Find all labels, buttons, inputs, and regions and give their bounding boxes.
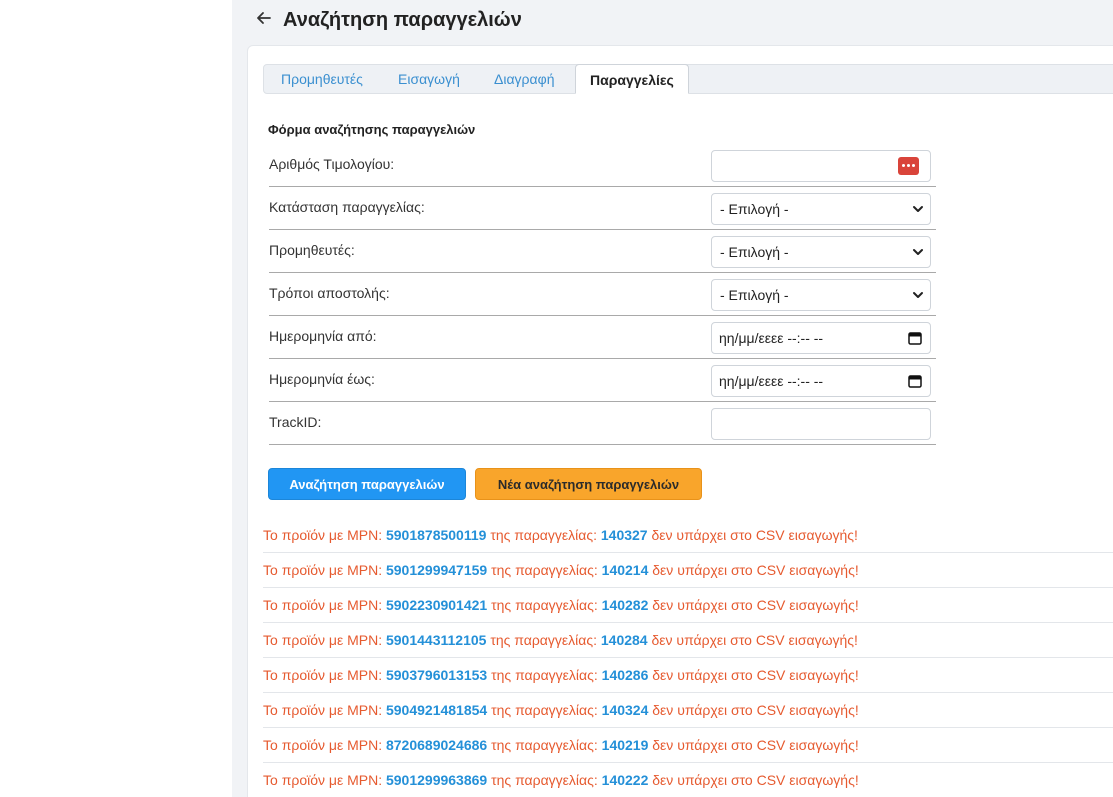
form-row-date-to: Ημερομηνία έως: ηη/μμ/εεεε --:-- -- [269, 359, 936, 402]
tab-suppliers[interactable]: Προμηθευτές [281, 65, 363, 93]
chevron-down-icon [913, 292, 923, 298]
supplier-select[interactable]: - Επιλογή - [711, 236, 931, 268]
error-message: Το προϊόν με MPN: 5904921481854 της παρα… [263, 693, 1113, 728]
date-to-label: Ημερομηνία έως: [269, 371, 375, 387]
date-from-input[interactable]: ηη/μμ/εεεε --:-- -- [711, 322, 931, 354]
calendar-icon[interactable] [908, 331, 922, 345]
error-message: Το προϊόν με MPN: 5901443112105 της παρα… [263, 623, 1113, 658]
form-row-shipping: Τρόποι αποστολής: - Επιλογή - [269, 273, 936, 316]
shipping-select-value: - Επιλογή - [720, 287, 789, 303]
error-message: Το προϊόν με MPN: 5902230901421 της παρα… [263, 588, 1113, 623]
invoice-input[interactable] [711, 150, 931, 182]
shipping-label: Τρόποι αποστολής: [269, 285, 390, 301]
chevron-down-icon [913, 206, 923, 212]
status-select-value: - Επιλογή - [720, 201, 789, 217]
mpn-value: 5901299963869 [385, 772, 488, 788]
invoice-label: Αριθμός Τιμολογίου: [269, 156, 395, 172]
mpn-value: 8720689024686 [385, 737, 488, 753]
mpn-value: 5902230901421 [385, 597, 488, 613]
mpn-value: 5901878500119 [385, 527, 487, 543]
order-value: 140282 [601, 597, 649, 613]
search-orders-button[interactable]: Αναζήτηση παραγγελιών [268, 468, 466, 500]
mpn-value: 5903796013153 [385, 667, 488, 683]
form-row-track: TrackID: [269, 402, 936, 445]
order-value: 140324 [601, 702, 649, 718]
tab-import[interactable]: Εισαγωγή [398, 65, 460, 93]
order-value: 140284 [600, 632, 648, 648]
form-row-invoice: Αριθμός Τιμολογίου: [269, 144, 936, 187]
form-heading: Φόρμα αναζήτησης παραγγελιών [268, 122, 476, 137]
status-select[interactable]: - Επιλογή - [711, 193, 931, 225]
date-to-placeholder: ηη/μμ/εεεε --:-- -- [719, 373, 824, 389]
supplier-select-value: - Επιλογή - [720, 244, 789, 260]
order-value: 140286 [601, 667, 649, 683]
tab-orders[interactable]: Παραγγελίες [575, 64, 689, 94]
date-from-label: Ημερομηνία από: [269, 328, 377, 344]
main-panel: Αναζήτηση παραγγελιών Προμηθευτές Εισαγω… [232, 0, 1113, 797]
left-pane [0, 0, 232, 797]
mpn-value: 5901443112105 [385, 632, 487, 648]
arrow-left-icon[interactable] [254, 8, 274, 28]
status-label: Κατάσταση παραγγελίας: [269, 199, 425, 215]
date-from-placeholder: ηη/μμ/εεεε --:-- -- [719, 330, 824, 346]
error-message: Το προϊόν με MPN: 8720689024686 της παρα… [263, 728, 1113, 763]
mpn-value: 5904921481854 [385, 702, 488, 718]
page-title: Αναζήτηση παραγγελιών [283, 9, 522, 31]
tab-delete[interactable]: Διαγραφή [494, 65, 554, 93]
error-message: Το προϊόν με MPN: 5903796013153 της παρα… [263, 658, 1113, 693]
shipping-select[interactable]: - Επιλογή - [711, 279, 931, 311]
supplier-label: Προμηθευτές: [269, 242, 355, 258]
order-value: 140222 [601, 772, 649, 788]
calendar-icon[interactable] [908, 374, 922, 388]
tab-bar: Προμηθευτές Εισαγωγή Διαγραφή Παραγγελίε… [263, 64, 1113, 94]
error-message: Το προϊόν με MPN: 5901299963869 της παρα… [263, 763, 1113, 797]
chevron-down-icon [913, 249, 923, 255]
error-message: Το προϊόν με MPN: 5901878500119 της παρα… [263, 518, 1113, 553]
page-header: Αναζήτηση παραγγελιών [232, 0, 1113, 42]
new-search-button[interactable]: Νέα αναζήτηση παραγγελιών [475, 468, 702, 500]
date-to-input[interactable]: ηη/μμ/εεεε --:-- -- [711, 365, 931, 397]
order-value: 140327 [600, 527, 648, 543]
form-row-date-from: Ημερομηνία από: ηη/μμ/εεεε --:-- -- [269, 316, 936, 359]
track-input[interactable] [711, 408, 931, 440]
order-value: 140214 [601, 562, 649, 578]
form-row-status: Κατάσταση παραγγελίας: - Επιλογή - [269, 187, 936, 230]
password-manager-icon[interactable] [898, 157, 919, 175]
form-row-supplier: Προμηθευτές: - Επιλογή - [269, 230, 936, 273]
order-value: 140219 [601, 737, 649, 753]
track-label: TrackID: [269, 414, 322, 430]
content-card: Προμηθευτές Εισαγωγή Διαγραφή Παραγγελίε… [247, 45, 1113, 797]
mpn-value: 5901299947159 [385, 562, 488, 578]
error-message: Το προϊόν με MPN: 5901299947159 της παρα… [263, 553, 1113, 588]
